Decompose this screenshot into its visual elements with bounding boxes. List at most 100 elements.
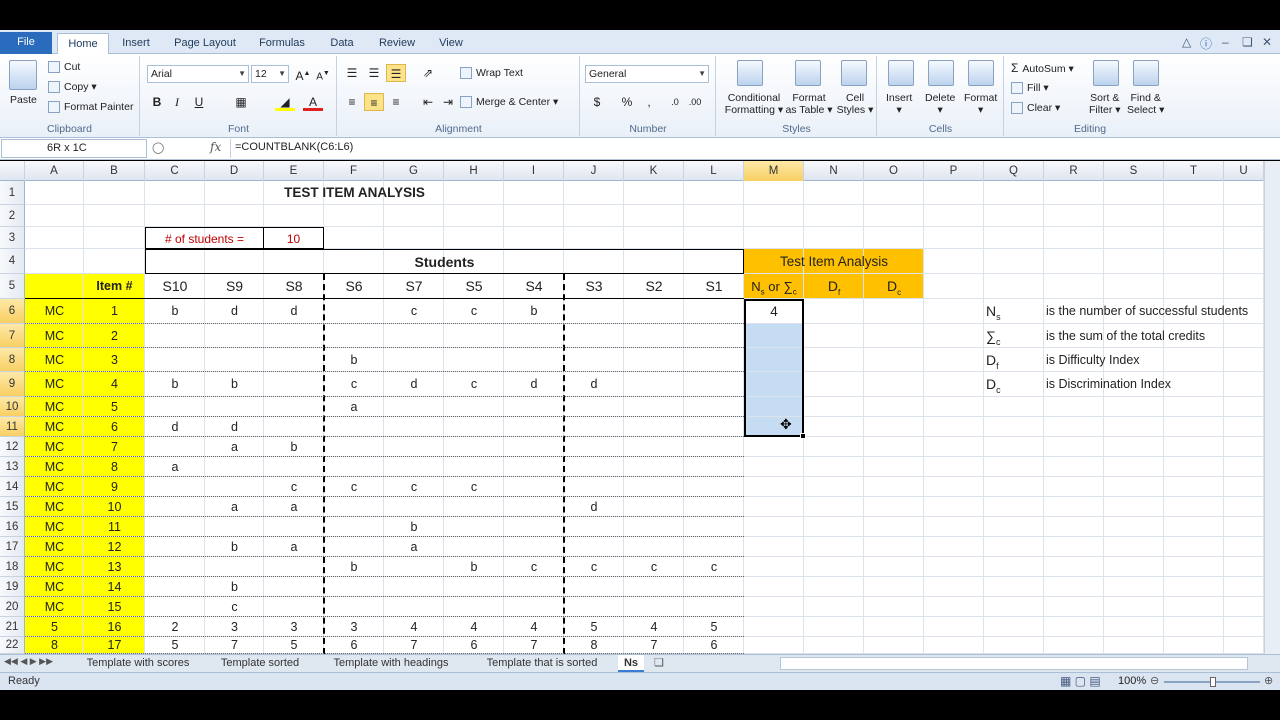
column-header-c[interactable]: C	[145, 161, 205, 181]
cell-g22[interactable]: 7	[384, 637, 444, 654]
student-header-s2[interactable]: S2	[624, 274, 684, 299]
cell-f8[interactable]: b	[324, 348, 384, 372]
cell-b21[interactable]: 16	[84, 617, 145, 637]
align-center-icon[interactable]: ≡	[364, 93, 384, 111]
cell-a15[interactable]: MC	[25, 497, 84, 517]
font-color-icon[interactable]: A	[303, 93, 323, 111]
student-header-s9[interactable]: S9	[205, 274, 264, 299]
tab-formulas[interactable]: Formulas	[250, 33, 314, 54]
cell-a10[interactable]: MC	[25, 397, 84, 417]
cell-e22[interactable]: 5	[264, 637, 324, 654]
name-box-expand-icon[interactable]: ◯	[152, 141, 164, 154]
cell-h18[interactable]: b	[444, 557, 504, 577]
cell-d6[interactable]: d	[205, 299, 264, 324]
column-header-b[interactable]: B	[84, 161, 145, 181]
number-format-combo[interactable]: General ▼	[585, 65, 709, 83]
column-header-i[interactable]: I	[504, 161, 564, 181]
row-header-6[interactable]: 6	[0, 299, 25, 324]
italic-button[interactable]: I	[167, 93, 187, 111]
cell-a13[interactable]: MC	[25, 457, 84, 477]
cell-j21[interactable]: 5	[564, 617, 624, 637]
test-item-analysis-header[interactable]: Test Item Analysis	[744, 249, 924, 274]
cell-b9[interactable]: 4	[84, 372, 145, 397]
num-students-label[interactable]: # of students =	[145, 227, 264, 249]
cell-k18[interactable]: c	[624, 557, 684, 577]
cell-l21[interactable]: 5	[684, 617, 744, 637]
item-number-header[interactable]: Item #	[84, 274, 145, 299]
row-header-2[interactable]: 2	[0, 205, 25, 227]
font-name-combo[interactable]: Arial ▼	[147, 65, 249, 83]
row-header-13[interactable]: 13	[0, 457, 25, 477]
tab-data[interactable]: Data	[320, 33, 364, 54]
student-header-s6[interactable]: S6	[324, 274, 384, 299]
cell-a16[interactable]: MC	[25, 517, 84, 537]
cell-c11[interactable]: d	[145, 417, 205, 437]
student-header-s3[interactable]: S3	[564, 274, 624, 299]
cell-c6[interactable]: b	[145, 299, 205, 324]
worksheet-grid[interactable]: ABCDEFGHIJKLMNOPQRSTU 1 2 3 4 5 6 7 8 9 10 11 12 13 1…	[0, 161, 1264, 654]
cell-k21[interactable]: 4	[624, 617, 684, 637]
row-header-8[interactable]: 8	[0, 348, 25, 372]
cell-b18[interactable]: 13	[84, 557, 145, 577]
cell-d21[interactable]: 3	[205, 617, 264, 637]
row-header-18[interactable]: 18	[0, 557, 25, 577]
student-header-s7[interactable]: S7	[384, 274, 444, 299]
format-painter-button[interactable]: Format Painter	[48, 101, 133, 114]
cell-b8[interactable]: 3	[84, 348, 145, 372]
tab-view[interactable]: View	[430, 33, 472, 54]
cell-g14[interactable]: c	[384, 477, 444, 497]
students-header[interactable]: Students	[145, 249, 744, 274]
cell-b7[interactable]: 2	[84, 324, 145, 348]
vertical-scrollbar[interactable]	[1264, 161, 1280, 654]
percent-icon[interactable]: %	[617, 93, 637, 111]
column-header-o[interactable]: O	[864, 161, 924, 181]
fill-button[interactable]: Fill ▾	[1011, 82, 1049, 95]
column-header-t[interactable]: T	[1164, 161, 1224, 181]
format-cells-icon[interactable]	[968, 60, 994, 86]
cell-c13[interactable]: a	[145, 457, 205, 477]
column-header-r[interactable]: R	[1044, 161, 1104, 181]
column-header-l[interactable]: L	[684, 161, 744, 181]
name-box[interactable]: 6R x 1C	[1, 139, 147, 158]
cell-i22[interactable]: 7	[504, 637, 564, 654]
cell-f10[interactable]: a	[324, 397, 384, 417]
fill-handle[interactable]	[800, 433, 806, 439]
cell-i18[interactable]: c	[504, 557, 564, 577]
column-header-s[interactable]: S	[1104, 161, 1164, 181]
cell-e14[interactable]: c	[264, 477, 324, 497]
cell-b13[interactable]: 8	[84, 457, 145, 477]
cell-a9[interactable]: MC	[25, 372, 84, 397]
cell-f9[interactable]: c	[324, 372, 384, 397]
borders-icon[interactable]: ▦	[231, 93, 251, 111]
cell-b14[interactable]: 9	[84, 477, 145, 497]
cell-a7[interactable]: MC	[25, 324, 84, 348]
cell-styles-button[interactable]: Cell Styles ▾	[835, 92, 875, 116]
paste-button[interactable]: Paste	[10, 94, 37, 106]
tab-file[interactable]: File	[0, 32, 52, 54]
cell-d19[interactable]: b	[205, 577, 264, 597]
cell-d12[interactable]: a	[205, 437, 264, 457]
column-header-a[interactable]: A	[25, 161, 84, 181]
increase-decimal-icon[interactable]: .0	[665, 93, 685, 111]
merge-center-button[interactable]: Merge & Center ▾	[460, 96, 558, 109]
conditional-formatting-icon[interactable]	[737, 60, 763, 86]
column-header-m[interactable]: M	[744, 161, 804, 181]
cell-c9[interactable]: b	[145, 372, 205, 397]
paste-icon[interactable]	[9, 60, 37, 90]
underline-button[interactable]: U	[189, 93, 209, 111]
student-header-s8[interactable]: S8	[264, 274, 324, 299]
cell-e15[interactable]: a	[264, 497, 324, 517]
cell-d11[interactable]: d	[205, 417, 264, 437]
cell-j18[interactable]: c	[564, 557, 624, 577]
cell-g6[interactable]: c	[384, 299, 444, 324]
cell-l18[interactable]: c	[684, 557, 744, 577]
student-header-s5[interactable]: S5	[444, 274, 504, 299]
num-students-value[interactable]: 10	[264, 227, 324, 249]
cell-h21[interactable]: 4	[444, 617, 504, 637]
sort-filter-button[interactable]: Sort & Filter ▾	[1089, 92, 1121, 116]
cell-h14[interactable]: c	[444, 477, 504, 497]
cell-a12[interactable]: MC	[25, 437, 84, 457]
row-header-3[interactable]: 3	[0, 227, 25, 249]
orientation-icon[interactable]: ⇗	[418, 64, 438, 82]
row-header-5[interactable]: 5	[0, 274, 25, 299]
